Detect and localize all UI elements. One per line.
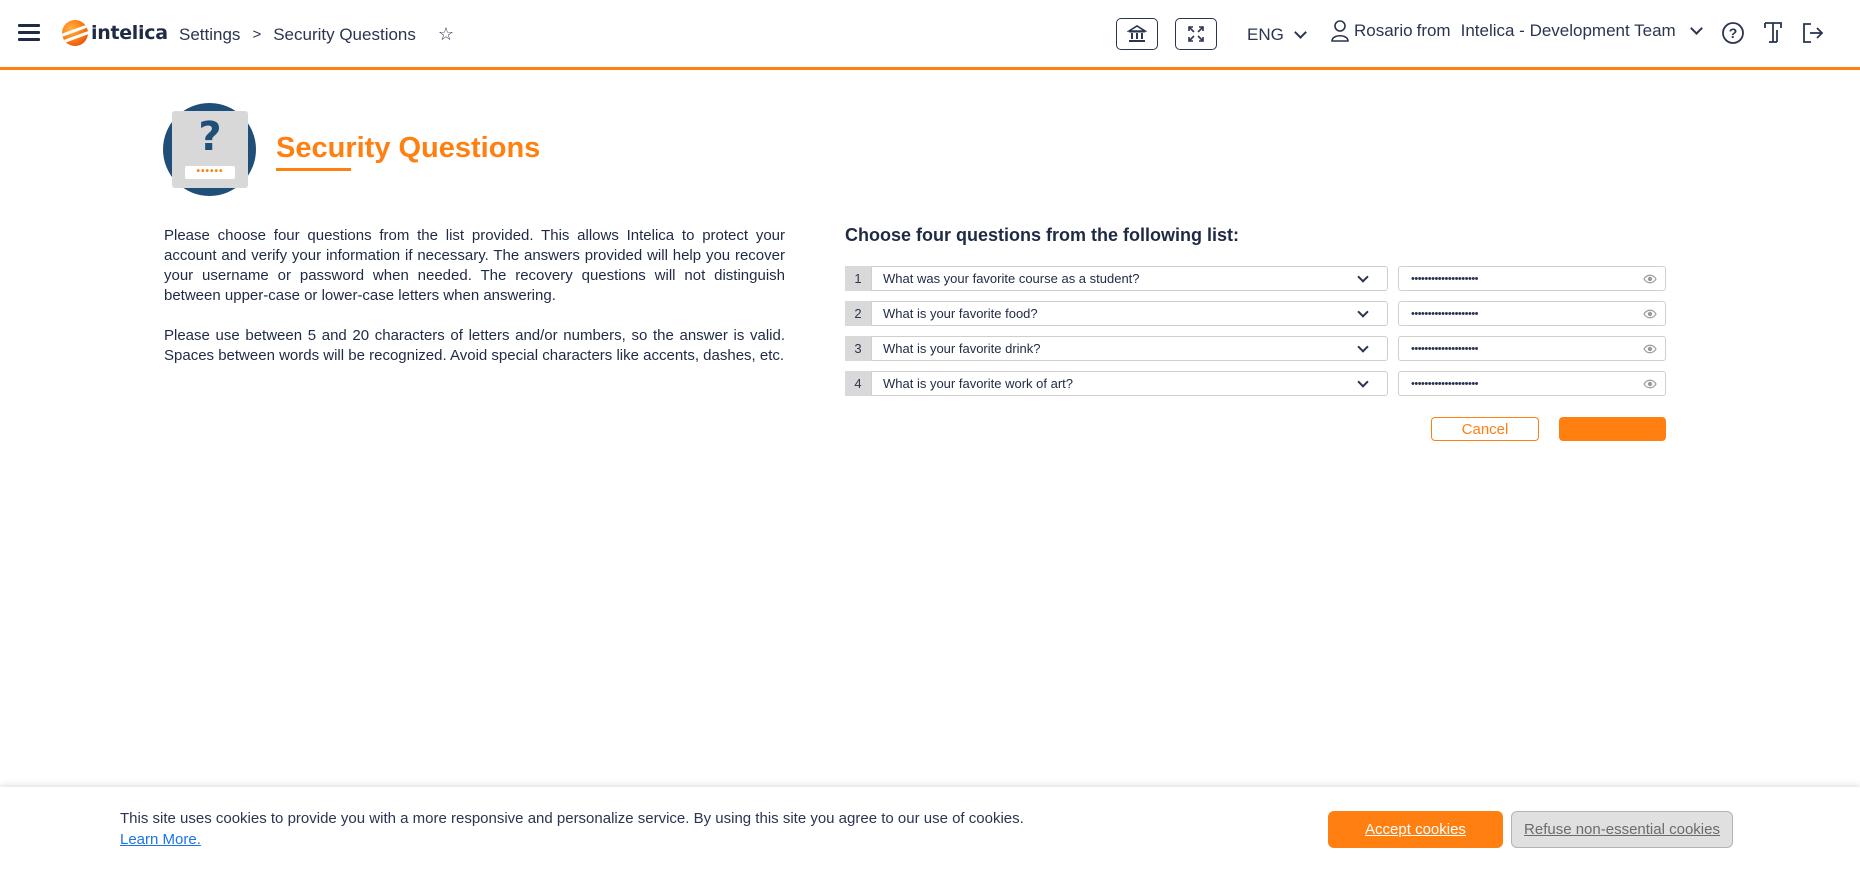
eye-icon[interactable] [1643,378,1657,390]
form-heading: Choose four questions from the following… [845,225,1239,245]
title-underline [276,168,351,171]
breadcrumb-settings[interactable]: Settings [179,25,240,45]
bank-button[interactable] [1116,18,1158,50]
instructions: Please choose four questions from the li… [164,226,785,366]
answer-mask: •••••••••••••••••••• [1411,377,1479,390]
user-menu[interactable]: Rosario from Intelica - Development Team [1330,19,1703,43]
answer-field-3[interactable]: •••••••••••••••••••• [1398,336,1666,361]
answer-field-4[interactable]: •••••••••••••••••••• [1398,371,1666,396]
bank-icon [1127,25,1147,42]
language-selector[interactable]: ENG [1247,25,1307,45]
cancel-button[interactable]: Cancel [1431,417,1539,441]
chevron-down-icon [1689,22,1703,35]
eye-icon[interactable] [1643,343,1657,355]
answer-field-1[interactable]: •••••••••••••••••••• [1398,266,1666,291]
question-mark: ? [198,114,222,160]
breadcrumb-security-questions: Security Questions [273,24,416,44]
text-size-button[interactable] [1760,19,1786,47]
eye-icon[interactable] [1643,273,1657,285]
breadcrumb: Settings > Security Questions ☆ [179,24,454,45]
expand-icon [1188,26,1204,42]
refuse-cookies-button[interactable]: Refuse non-essential cookies [1511,811,1733,848]
chevron-down-icon [1357,306,1369,318]
logo-text: intelica [91,22,168,44]
cookie-banner: This site uses cookies to provide you wi… [0,787,1860,869]
page-title: Security Questions [276,132,541,164]
security-questions-icon: ? •••••• [163,103,256,196]
accept-cookies-button[interactable]: Accept cookies [1328,811,1503,848]
question-select-2[interactable]: What is your favorite food? [871,301,1388,326]
chevron-down-icon [1357,271,1369,283]
answer-field-2[interactable]: •••••••••••••••••••• [1398,301,1666,326]
question-row: 2 What is your favorite food? ••••••••••… [845,301,1666,326]
user-icon [1331,20,1349,42]
logout-icon [1803,23,1824,43]
question-text: What was your favorite course as a stude… [883,271,1140,286]
answer-mask: •••••••••••••••••••• [1411,342,1479,355]
question-number: 3 [845,336,871,361]
question-row: 1 What was your favorite course as a stu… [845,266,1666,291]
question-number: 4 [845,371,871,396]
team-name: Intelica - Development Team [1460,21,1676,40]
favorite-star-icon[interactable]: ☆ [438,24,454,45]
question-select-1[interactable]: What was your favorite course as a stude… [871,266,1388,291]
question-select-3[interactable]: What is your favorite drink? [871,336,1388,361]
text-size-icon [1764,22,1782,43]
question-text: What is your favorite food? [883,306,1038,321]
svg-text:?: ? [1729,25,1738,41]
chevron-down-icon [1293,26,1307,39]
help-icon: ? [1722,22,1744,44]
user-name: Rosario [1354,21,1413,40]
question-row: 3 What is your favorite drink? •••••••••… [845,336,1666,361]
menu-icon[interactable] [18,24,40,42]
logo-mark-icon [62,20,88,46]
learn-more-link[interactable]: Learn More. [120,831,201,848]
language-label: ENG [1247,25,1284,44]
chevron-down-icon [1357,376,1369,388]
question-number: 1 [845,266,871,291]
fullscreen-button[interactable] [1175,18,1217,50]
question-select-4[interactable]: What is your favorite work of art? [871,371,1388,396]
user-from: from [1416,21,1451,40]
top-bar: intelica Settings > Security Questions ☆ [0,0,1860,70]
answer-mask: •••••••••••••••••••• [1411,307,1479,320]
question-number: 2 [845,301,871,326]
save-button[interactable] [1559,417,1666,441]
password-mask: •••••• [185,166,235,179]
help-button[interactable]: ? [1720,19,1746,47]
answer-mask: •••••••••••••••••••• [1411,272,1479,285]
intelica-logo[interactable]: intelica [62,20,168,46]
question-text: What is your favorite work of art? [883,376,1074,391]
instructions-paragraph-1: Please choose four questions from the li… [164,227,785,304]
eye-icon[interactable] [1643,308,1657,320]
question-text: What is your favorite drink? [883,341,1041,356]
logout-button[interactable] [1800,19,1826,47]
cookie-message: This site uses cookies to provide you wi… [120,810,1024,827]
question-row: 4 What is your favorite work of art? •••… [845,371,1666,396]
breadcrumb-separator: > [252,26,262,43]
chevron-down-icon [1357,341,1369,353]
instructions-paragraph-2: Please use between 5 and 20 characters o… [164,327,785,364]
